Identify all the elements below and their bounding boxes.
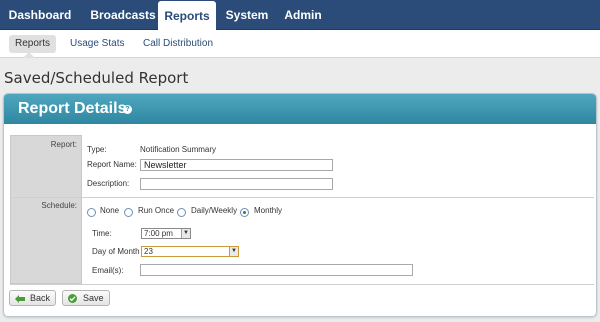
subnav-call-distribution[interactable]: Call Distribution bbox=[143, 36, 213, 52]
subnav-usage-stats[interactable]: Usage Stats bbox=[70, 36, 124, 52]
schedule-daily-weekly-label: Daily/Weekly bbox=[191, 206, 238, 215]
description-label: Description: bbox=[87, 179, 130, 188]
save-check-icon bbox=[68, 294, 77, 303]
emails-label: Email(s): bbox=[92, 266, 124, 275]
footer-divider bbox=[10, 284, 594, 285]
tab-admin[interactable]: Admin bbox=[282, 0, 324, 30]
back-button[interactable]: Back bbox=[9, 290, 56, 306]
report-name-input[interactable]: Newsletter bbox=[140, 159, 333, 171]
subnav-reports[interactable]: Reports bbox=[9, 35, 57, 53]
report-details-panel: Report Details ? Report: Schedule: Type:… bbox=[3, 93, 597, 317]
subnav-pointer bbox=[23, 52, 35, 58]
type-label: Type: bbox=[87, 145, 107, 154]
sub-navigation: Reports Usage Stats Call Distribution bbox=[0, 30, 600, 58]
chevron-down-icon: ▼ bbox=[229, 247, 238, 256]
schedule-none-label: None bbox=[100, 206, 120, 215]
back-button-label: Back bbox=[30, 293, 51, 303]
time-label: Time: bbox=[92, 229, 112, 238]
top-navigation: Dashboard Broadcasts Reports System Admi… bbox=[0, 0, 600, 31]
day-of-month-label: Day of Month bbox=[92, 247, 140, 256]
report-name-label: Report Name: bbox=[87, 160, 137, 169]
report-section-label: Report: bbox=[50, 140, 77, 149]
back-arrow-icon bbox=[15, 295, 25, 303]
panel-header: Report Details ? bbox=[4, 94, 596, 124]
schedule-section-label: Schedule: bbox=[41, 201, 77, 210]
schedule-run-once-radio[interactable] bbox=[124, 208, 133, 217]
tab-system[interactable]: System bbox=[222, 0, 272, 30]
day-of-month-value: 23 bbox=[144, 247, 153, 256]
save-button[interactable]: Save bbox=[62, 290, 110, 306]
day-of-month-select[interactable]: 23 ▼ bbox=[141, 246, 239, 257]
emails-input[interactable] bbox=[140, 264, 413, 276]
section-label-column: Report: Schedule: bbox=[10, 135, 82, 284]
tab-broadcasts[interactable]: Broadcasts bbox=[81, 0, 165, 30]
help-icon[interactable]: ? bbox=[123, 105, 132, 114]
description-input[interactable] bbox=[140, 178, 333, 190]
panel-title: Report Details bbox=[18, 100, 127, 117]
time-select-value: 7:00 pm bbox=[144, 229, 173, 238]
schedule-none-radio[interactable] bbox=[87, 208, 96, 217]
tab-reports[interactable]: Reports bbox=[158, 1, 216, 31]
time-select[interactable]: 7:00 pm ▼ bbox=[141, 228, 191, 239]
page-title: Saved/Scheduled Report bbox=[4, 69, 189, 87]
tab-dashboard[interactable]: Dashboard bbox=[4, 0, 76, 30]
section-divider bbox=[10, 197, 594, 198]
schedule-run-once-label: Run Once bbox=[138, 206, 175, 215]
save-button-label: Save bbox=[83, 293, 104, 303]
schedule-daily-weekly-radio[interactable] bbox=[177, 208, 186, 217]
schedule-monthly-radio[interactable] bbox=[240, 208, 249, 217]
type-value: Notification Summary bbox=[140, 145, 217, 154]
schedule-monthly-label: Monthly bbox=[254, 206, 283, 215]
chevron-down-icon: ▼ bbox=[181, 229, 190, 238]
